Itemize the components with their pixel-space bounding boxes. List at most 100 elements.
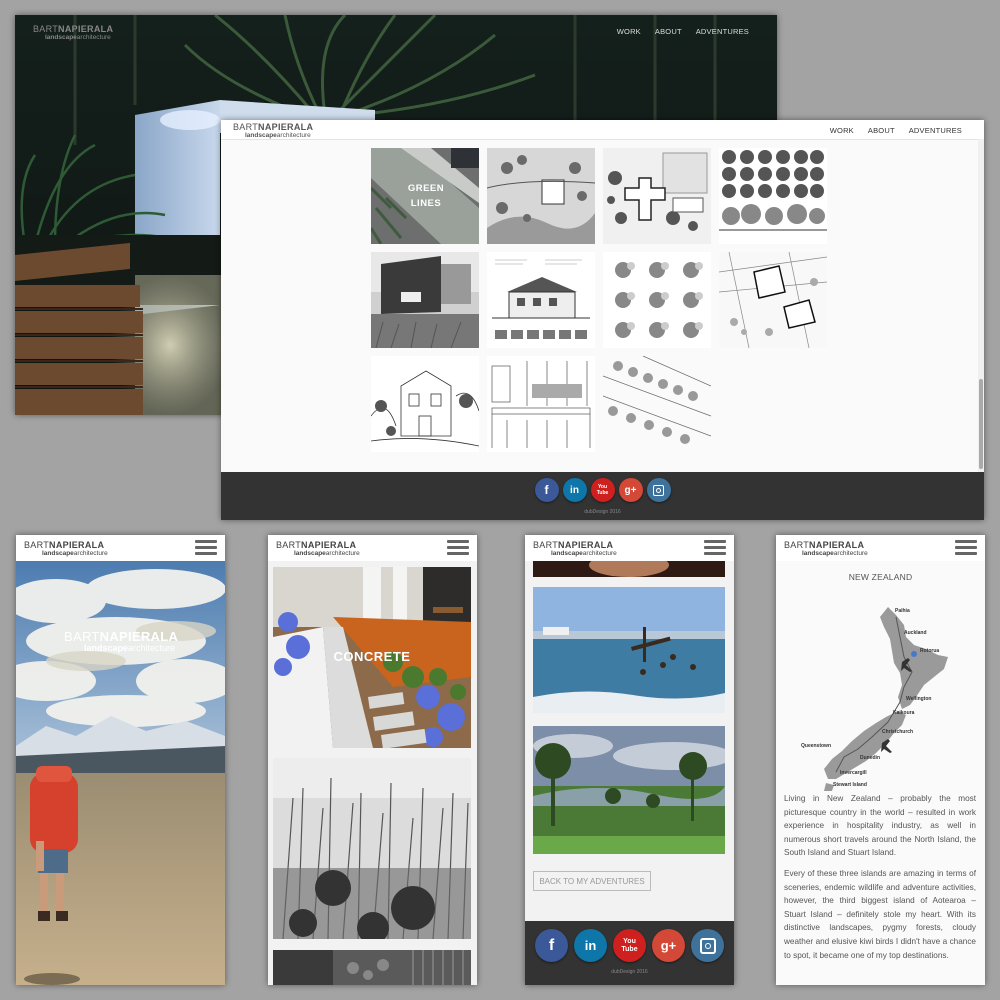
nav-work[interactable]: WORK [830,126,854,135]
mobile-header: BARTNAPIERALA landscapearchitecture [525,535,734,561]
project-thumb-masterplan[interactable] [719,252,827,348]
site-plan-drawing [487,148,595,244]
place-label: Christchurch [882,729,914,735]
fence-elevation-drawing [487,356,595,452]
page-scrollbar[interactable] [978,139,984,472]
mobile-header: BARTNAPIERALA landscapearchitecture [16,535,225,561]
planting-plan-drawing [603,356,711,452]
instagram-icon[interactable] [691,929,724,962]
nav-about[interactable]: ABOUT [868,126,895,135]
project-thumb-house-photo[interactable] [371,252,479,348]
menu-hamburger-icon[interactable] [195,540,217,555]
site-logo[interactable]: BARTNAPIERALA landscapearchitecture [533,541,617,558]
nav-adventures[interactable]: ADVENTURES [696,27,749,36]
nav-work[interactable]: WORK [617,27,641,36]
project-card-concrete[interactable]: CONCRETE [273,567,471,748]
youtube-icon[interactable]: You Tube [613,929,646,962]
logo-subtitle-landscape: landscape [45,34,77,41]
elevation-drawing [487,252,595,348]
house-sketch-drawing [371,356,479,452]
place-label: Paihia [895,608,910,614]
hero-logo-subtitle-architecture: architecture [128,643,176,653]
footer-copyright: dubDesign 2016 [611,969,648,975]
youtube-icon[interactable]: You Tube [590,478,615,502]
hero-logo-subtitle-landscape: landscape [84,643,129,653]
logo-subtitle-landscape: landscape [294,550,326,557]
partial-top-photo [533,561,725,577]
project-thumb-house-sketch[interactable] [371,356,479,452]
logo-first-name: BART [533,540,559,550]
map-place-labels: Paihia Auckland Rotorua Wellington Kaiko… [776,597,985,797]
menu-hamburger-icon[interactable] [955,540,977,555]
footer-copyright: dubDesign 2016 [584,509,621,515]
project-thumb-planting-plan[interactable] [603,356,711,452]
place-label: Auckland [904,630,927,636]
project-thumb-plan-cross[interactable] [603,148,711,244]
hero-logo-last-name: NAPIERALA [99,629,179,644]
lake-swimmers-photo [533,587,725,713]
forest-landscape-photo [533,726,725,854]
logo-first-name: BART [33,24,59,34]
linkedin-icon[interactable]: in [574,929,607,962]
project-thumb-green-lines[interactable]: GREEN LINES [371,148,479,244]
menu-hamburger-icon[interactable] [447,540,469,555]
grasses-bw-photo [273,758,471,939]
instagram-icon[interactable] [646,478,671,502]
tree-circles-drawing [719,148,827,244]
menu-hamburger-icon[interactable] [704,540,726,555]
project-thumb-plan-variants[interactable] [603,252,711,348]
place-label: Dunedin [860,755,880,761]
google-plus-icon[interactable]: g+ [652,929,685,962]
site-logo[interactable]: BARTNAPIERALA landscapearchitecture [276,541,360,558]
logo-subtitle-architecture: architecture [833,550,868,557]
nav-adventures[interactable]: ADVENTURES [909,126,962,135]
linkedin-icon[interactable]: in [562,478,587,502]
logo-subtitle-architecture: architecture [582,550,617,557]
backpacker-beach-photo [16,561,225,985]
place-label: Wellington [906,696,932,702]
facebook-icon[interactable]: f [534,478,559,502]
project-card-grasses[interactable] [273,758,471,939]
project-card-partial[interactable] [273,950,471,985]
green-lines-label: GREEN LINES [407,183,445,209]
logo-subtitle-architecture: architecture [76,34,111,41]
logo-subtitle-landscape: landscape [245,132,277,139]
site-logo[interactable]: BARTNAPIERALA landscapearchitecture [233,123,313,140]
place-label: Rotorua [920,648,940,654]
site-logo[interactable]: BARTNAPIERALA landscapearchitecture [33,25,113,42]
hero-logo-first-name: BART [64,629,100,644]
nav-about[interactable]: ABOUT [655,27,682,36]
project-thumb-site-plan[interactable] [487,148,595,244]
plan-cross-drawing [603,148,711,244]
site-logo[interactable]: BARTNAPIERALA landscapearchitecture [24,541,108,558]
logo-subtitle-architecture: architecture [325,550,360,557]
desktop-portfolio-screenshot: BARTNAPIERALA landscapearchitecture WORK… [221,120,984,520]
logo-subtitle-landscape: landscape [802,550,834,557]
mobile-adventures-screenshot: BARTNAPIERALA landscapearchitecture BACK… [525,535,734,985]
google-plus-icon[interactable]: g+ [618,478,643,502]
logo-first-name: BART [24,540,50,550]
logo-last-name: NAPIERALA [301,540,357,550]
place-label: Queenstown [801,743,832,749]
masterplan-drawing [719,252,827,348]
project-thumb-elevation[interactable] [487,252,595,348]
facebook-icon[interactable]: f [535,929,568,962]
logo-subtitle-landscape: landscape [551,550,583,557]
mobile-hero-screenshot: BARTNAPIERALA landscapearchitecture BART… [16,535,225,985]
mobile-footer: f in You Tube g+ dubDesign 2016 [525,921,734,985]
scrollbar-thumb[interactable] [979,379,983,469]
place-label: Kaikoura [893,710,915,716]
portfolio-nav: WORK ABOUT ADVENTURES [830,126,962,135]
plan-variants-drawing [603,252,711,348]
back-to-adventures-button[interactable]: BACK TO MY ADVENTURES [533,871,651,891]
site-logo[interactable]: BARTNAPIERALA landscapearchitecture [784,541,868,558]
body-paragraph: Every of these three islands are amazing… [784,869,976,960]
project-thumb-tree-circles[interactable] [719,148,827,244]
mobile-header: BARTNAPIERALA landscapearchitecture [268,535,477,561]
logo-subtitle-architecture: architecture [276,132,311,139]
desktop-footer: f in You Tube g+ dubDesign 2016 [221,472,984,520]
logo-subtitle-landscape: landscape [42,550,74,557]
social-links: f in You Tube g+ [525,929,734,962]
intro-paragraph: Living in New Zealand – probably the mos… [784,794,976,858]
project-thumb-fence-elevation[interactable] [487,356,595,452]
